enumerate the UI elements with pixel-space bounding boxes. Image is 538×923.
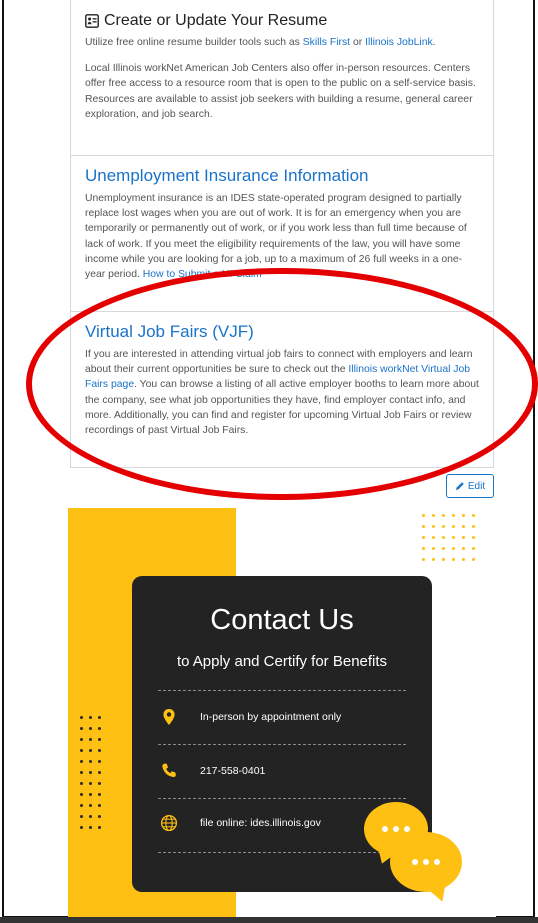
resume-title-text: Create or Update Your Resume: [104, 12, 328, 29]
contact-row-phone: 217-558-0401: [160, 762, 265, 780]
edit-row: Edit: [70, 468, 494, 502]
location-pin-icon: [163, 709, 175, 725]
edit-button[interactable]: Edit: [446, 474, 494, 498]
dot-pattern-top-right: [422, 514, 475, 561]
pencil-icon: [455, 482, 464, 490]
online-text[interactable]: file online: ides.illinois.gov: [200, 817, 321, 829]
resume-p1-suffix: .: [432, 37, 436, 48]
resume-paragraph-2: Local Illinois workNet American Job Cent…: [85, 63, 476, 120]
unemployment-card-title: Unemployment Insurance Information: [85, 166, 369, 185]
skills-first-link[interactable]: Skills First: [303, 37, 350, 48]
contact-row-online: file online: ides.illinois.gov: [160, 814, 321, 832]
contact-subtitle: to Apply and Certify for Benefits: [176, 653, 388, 670]
resume-icon: [85, 14, 99, 28]
phone-text[interactable]: 217-558-0401: [200, 765, 265, 777]
unemployment-body: Unemployment insurance is an IDES state-…: [85, 193, 467, 281]
contact-divider: [158, 744, 406, 745]
resume-paragraph-1: Utilize free online resume builder tools…: [85, 35, 481, 50]
illinois-joblink-link[interactable]: Illinois JobLink: [365, 37, 433, 48]
vjf-paragraph: If you are interested in attending virtu…: [85, 347, 481, 438]
chat-bubble-icon: [390, 832, 462, 892]
unemployment-paragraph: Unemployment insurance is an IDES state-…: [85, 191, 481, 282]
edit-button-label: Edit: [467, 480, 486, 492]
contact-flyer: Contact Us to Apply and Certify for Bene…: [68, 508, 496, 918]
resume-p1-mid: or: [350, 37, 366, 48]
inperson-text: In-person by appointment only: [200, 711, 342, 723]
vjf-card-title: Virtual Job Fairs (VJF): [85, 322, 254, 341]
unemployment-card: Unemployment Insurance Information Unemp…: [70, 156, 494, 312]
contact-divider: [158, 798, 406, 799]
contact-divider: [158, 852, 406, 853]
globe-icon: [160, 814, 178, 832]
bottom-bar: [0, 917, 538, 923]
main-content: Create or Update Your Resume Utilize fre…: [70, 0, 494, 502]
resume-card-title: Create or Update Your Resume: [85, 12, 481, 30]
contact-row-inperson: In-person by appointment only: [160, 708, 341, 726]
phone-icon: [162, 763, 176, 778]
submit-ui-claim-link[interactable]: How to Submit a UI Claim: [143, 269, 262, 280]
vjf-p-suffix: . You can browse a listing of all active…: [85, 379, 479, 437]
dot-pattern-bottom-left: [80, 716, 101, 829]
contact-divider: [158, 690, 406, 691]
contact-title: Contact Us: [210, 604, 354, 636]
vjf-card: Virtual Job Fairs (VJF) If you are inter…: [70, 312, 494, 468]
resume-card: Create or Update Your Resume Utilize fre…: [70, 0, 494, 156]
resume-p1-prefix: Utilize free online resume builder tools…: [85, 37, 303, 48]
